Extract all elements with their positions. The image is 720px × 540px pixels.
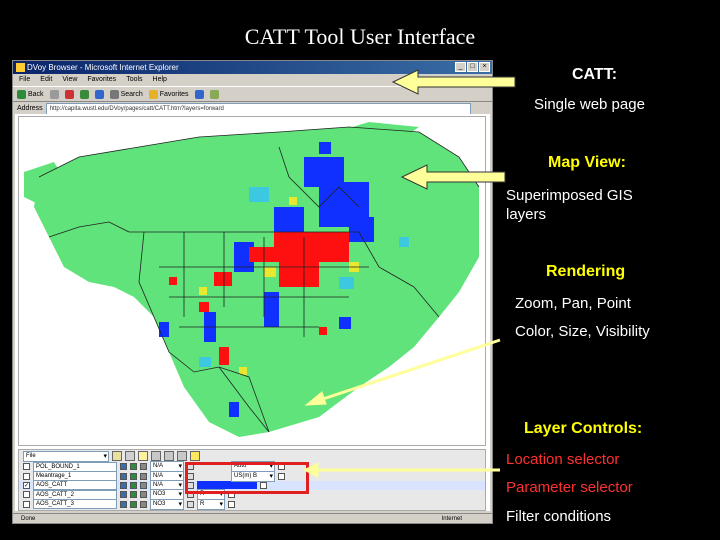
layer-controls-arrow-head <box>302 462 319 478</box>
location-selector-label: Location selector <box>506 451 620 468</box>
catt-arrow <box>391 69 516 95</box>
catt-heading: CATT: <box>572 66 618 83</box>
layer-controls-heading: Layer Controls: <box>524 420 643 437</box>
map-view-arrow <box>400 164 506 190</box>
rendering-arrow <box>319 338 501 402</box>
catt-description: Single web page <box>534 96 645 113</box>
parameter-selector-label: Parameter selector <box>506 479 633 496</box>
rendering-heading: Rendering <box>546 263 626 280</box>
map-view-description: Superimposed GIS layers <box>506 187 633 223</box>
filter-conditions-label: Filter conditions <box>506 508 612 525</box>
rendering-line-2: Color, Size, Visibility <box>515 323 650 340</box>
rendering-line-1: Zoom, Pan, Point <box>515 295 631 312</box>
map-view-heading: Map View: <box>548 154 626 171</box>
rendering-arrow-head <box>304 391 327 406</box>
